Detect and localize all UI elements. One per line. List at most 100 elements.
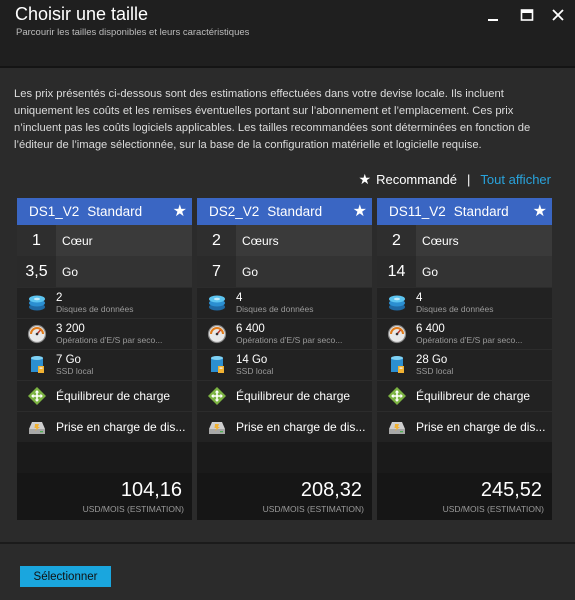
gauge-icon xyxy=(17,319,56,349)
ssd-icon xyxy=(197,350,236,380)
data-disks-row: 2 Disques de données xyxy=(17,287,192,318)
iops-row: 3 200 Opérations d’E/S par seco... xyxy=(17,318,192,349)
disk-support-label: Prise en charge de dis... xyxy=(416,420,546,434)
load-balancer-label: Équilibreur de charge xyxy=(236,389,351,403)
blade-subtitle: Parcourir les tailles disponibles et leu… xyxy=(16,27,250,38)
memory-row: 14 Go xyxy=(377,256,552,287)
load-balancer-row: Équilibreur de charge xyxy=(197,380,372,411)
size-card-ds11-v2[interactable]: DS11_V2 Standard ★ 2 Cœurs 14 Go 4 Disqu… xyxy=(377,198,552,520)
memory-value: 3,5 xyxy=(17,256,56,287)
price-box: 104,16 USD/MOIS (ESTIMATION) xyxy=(17,473,192,520)
hard-drive-icon xyxy=(377,412,416,442)
stacked-disks-icon xyxy=(17,288,56,318)
size-card-header: DS11_V2 Standard ★ xyxy=(377,198,552,225)
memory-row: 3,5 Go xyxy=(17,256,192,287)
load-balancer-row: Équilibreur de charge xyxy=(377,380,552,411)
choose-size-blade: Choisir une taille Parcourir les tailles… xyxy=(0,0,575,600)
iops-label: Opérations d’E/S par seco... xyxy=(416,334,523,345)
load-balancer-icon xyxy=(197,381,236,411)
local-ssd-label: SSD local xyxy=(416,365,454,376)
maximize-button[interactable] xyxy=(518,6,536,24)
local-ssd-label: SSD local xyxy=(56,365,94,376)
minimize-icon xyxy=(488,19,498,21)
price-unit: USD/MOIS (ESTIMATION) xyxy=(442,504,544,514)
size-card-header: DS2_V2 Standard ★ xyxy=(197,198,372,225)
size-legend: ★ Recommandé | Tout afficher xyxy=(359,171,551,188)
size-card-ds2-v2[interactable]: DS2_V2 Standard ★ 2 Cœurs 7 Go 4 Disques… xyxy=(197,198,372,520)
minimize-button[interactable] xyxy=(484,6,502,24)
price-box: 245,52 USD/MOIS (ESTIMATION) xyxy=(377,473,552,520)
iops-label: Opérations d’E/S par seco... xyxy=(56,334,163,345)
iops-value: 3 200 xyxy=(56,322,85,335)
iops-value: 6 400 xyxy=(416,322,445,335)
local-ssd-value: 14 Go xyxy=(236,353,268,366)
load-balancer-icon xyxy=(17,381,56,411)
size-card-ds1-v2[interactable]: DS1_V2 Standard ★ 1 Cœur 3,5 Go 2 Disque… xyxy=(17,198,192,520)
iops-label: Opérations d’E/S par seco... xyxy=(236,334,343,345)
memory-row: 7 Go xyxy=(197,256,372,287)
local-ssd-row: 14 Go SSD local xyxy=(197,349,372,380)
ssd-icon xyxy=(377,350,416,380)
data-disks-row: 4 Disques de données xyxy=(377,287,552,318)
size-tier: Standard xyxy=(87,204,143,219)
size-name: DS11_V2 xyxy=(389,204,446,219)
local-ssd-value: 28 Go xyxy=(416,353,448,366)
disk-support-row: Prise en charge de dis... xyxy=(377,411,552,442)
recommended-star-icon: ★ xyxy=(172,203,187,220)
ssd-icon xyxy=(17,350,56,380)
maximize-icon xyxy=(520,9,534,21)
memory-value: 7 xyxy=(197,256,236,287)
show-all-link[interactable]: Tout afficher xyxy=(480,172,551,187)
size-tier: Standard xyxy=(267,204,323,219)
gauge-icon xyxy=(197,319,236,349)
stacked-disks-icon xyxy=(377,288,416,318)
memory-value: 14 xyxy=(377,256,416,287)
pricing-description: Les prix présentés ci-dessous sont des e… xyxy=(14,88,531,151)
legend-separator: | xyxy=(467,172,471,187)
price-value: 208,32 xyxy=(300,479,362,501)
data-disks-value: 4 xyxy=(236,291,243,304)
cores-value: 2 xyxy=(197,225,236,256)
recommended-star-icon: ★ xyxy=(352,203,367,220)
size-name: DS1_V2 xyxy=(29,204,80,219)
data-disks-row: 4 Disques de données xyxy=(197,287,372,318)
gauge-icon xyxy=(377,319,416,349)
price-unit: USD/MOIS (ESTIMATION) xyxy=(82,504,184,514)
data-disks-label: Disques de données xyxy=(56,303,134,314)
load-balancer-icon xyxy=(377,381,416,411)
size-card-header: DS1_V2 Standard ★ xyxy=(17,198,192,225)
cores-row: 2 Cœurs xyxy=(377,225,552,256)
stacked-disks-icon xyxy=(197,288,236,318)
iops-row: 6 400 Opérations d’E/S par seco... xyxy=(197,318,372,349)
cores-label: Cœurs xyxy=(242,233,279,248)
hard-drive-icon xyxy=(17,412,56,442)
price-box: 208,32 USD/MOIS (ESTIMATION) xyxy=(197,473,372,520)
local-ssd-row: 28 Go SSD local xyxy=(377,349,552,380)
select-button[interactable]: Sélectionner xyxy=(20,566,111,587)
iops-value: 6 400 xyxy=(236,322,265,335)
memory-label: Go xyxy=(62,264,79,279)
local-ssd-row: 7 Go SSD local xyxy=(17,349,192,380)
hard-drive-icon xyxy=(197,412,236,442)
star-icon: ★ xyxy=(358,171,372,187)
cores-label: Cœur xyxy=(62,233,93,248)
close-button[interactable] xyxy=(549,6,567,24)
data-disks-value: 2 xyxy=(56,291,63,304)
size-name: DS2_V2 xyxy=(209,204,260,219)
disk-support-row: Prise en charge de dis... xyxy=(197,411,372,442)
disk-support-row: Prise en charge de dis... xyxy=(17,411,192,442)
load-balancer-label: Équilibreur de charge xyxy=(56,389,171,403)
disk-support-label: Prise en charge de dis... xyxy=(56,420,186,434)
data-disks-label: Disques de données xyxy=(416,303,494,314)
close-icon xyxy=(552,9,564,21)
memory-label: Go xyxy=(422,264,439,279)
local-ssd-label: SSD local xyxy=(236,365,274,376)
local-ssd-value: 7 Go xyxy=(56,353,81,366)
data-disks-label: Disques de données xyxy=(236,303,314,314)
price-value: 104,16 xyxy=(120,479,182,501)
cores-label: Cœurs xyxy=(422,233,459,248)
memory-label: Go xyxy=(242,264,259,279)
cores-row: 1 Cœur xyxy=(17,225,192,256)
blade-header: Choisir une taille Parcourir les tailles… xyxy=(0,0,575,66)
size-tier: Standard xyxy=(453,204,509,219)
